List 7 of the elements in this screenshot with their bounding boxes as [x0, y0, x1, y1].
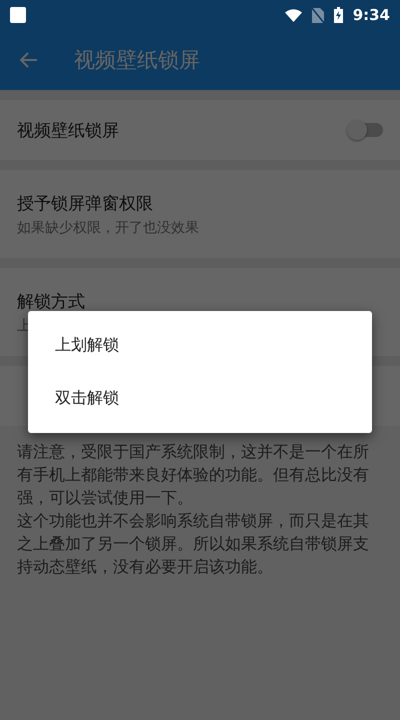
- app-bar-title: 视频壁纸锁屏: [74, 47, 200, 74]
- setting-title: 解锁方式: [17, 290, 86, 312]
- setting-title: 授予锁屏弹窗权限: [17, 192, 154, 214]
- note-paragraph: 请注意，受限于国产系统限制，这并不是一个在所有手机上都能带来良好体验的功能。但有总比没有强，可以尝试使用一下。: [17, 441, 370, 509]
- note-paragraph: 这个功能也并不会影响系统自带锁屏，而只是在其之上叠加了另一个锁屏。所以如果系统自带锁屏支持动态壁纸，没有必要开启该功能。: [17, 510, 370, 578]
- setting-title: 视频壁纸锁屏: [17, 120, 120, 142]
- clock-time: 9:34: [352, 6, 390, 24]
